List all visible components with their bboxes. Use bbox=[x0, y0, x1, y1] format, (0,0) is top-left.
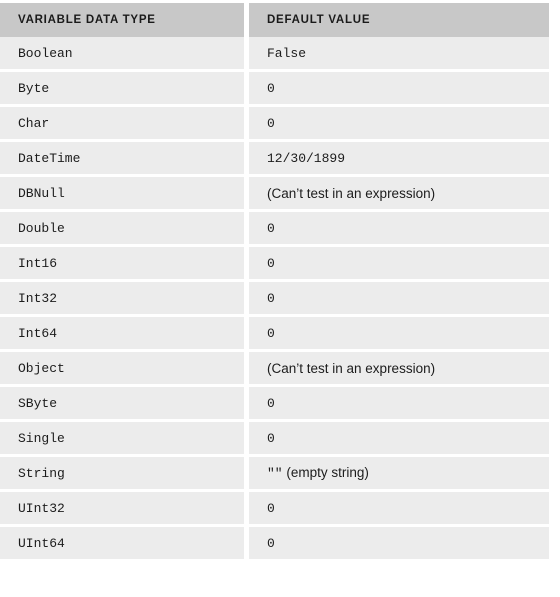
cell-variable-data-type: Int64 bbox=[0, 314, 244, 349]
cell-variable-data-type: Byte bbox=[0, 69, 244, 104]
cell-default-value: False bbox=[249, 37, 549, 69]
table-row: DBNull (Can’t test in an expression) bbox=[0, 174, 549, 209]
cell-variable-data-type: UInt32 bbox=[0, 489, 244, 524]
variable-default-values-table: VARIABLE DATA TYPE DEFAULT VALUE Boolean… bbox=[0, 3, 549, 559]
table-row: Double 0 bbox=[0, 209, 549, 244]
cell-variable-data-type: String bbox=[0, 454, 244, 489]
table-row: UInt32 0 bbox=[0, 489, 549, 524]
cell-variable-data-type: UInt64 bbox=[0, 524, 244, 559]
table-row: Int16 0 bbox=[0, 244, 549, 279]
cell-variable-data-type: SByte bbox=[0, 384, 244, 419]
table-row: Int32 0 bbox=[0, 279, 549, 314]
cell-default-value: 0 bbox=[249, 384, 549, 419]
cell-variable-data-type: DateTime bbox=[0, 139, 244, 174]
cell-variable-data-type: Int32 bbox=[0, 279, 244, 314]
cell-variable-data-type: Double bbox=[0, 209, 244, 244]
table-row: Byte 0 bbox=[0, 69, 549, 104]
table-row: UInt64 0 bbox=[0, 524, 549, 559]
cell-default-value: 0 bbox=[249, 314, 549, 349]
cell-default-value: 0 bbox=[249, 419, 549, 454]
cell-variable-data-type: Object bbox=[0, 349, 244, 384]
column-header-default-value: DEFAULT VALUE bbox=[249, 3, 549, 37]
table-container: VARIABLE DATA TYPE DEFAULT VALUE Boolean… bbox=[0, 0, 560, 559]
table-row: Int64 0 bbox=[0, 314, 549, 349]
default-value-code-fragment: "" bbox=[267, 466, 283, 481]
table-body: Boolean False Byte 0 Char 0 DateTime 12/30/1899… bbox=[0, 37, 549, 559]
cell-default-value: 0 bbox=[249, 69, 549, 104]
table-row: SByte 0 bbox=[0, 384, 549, 419]
table-row: Boolean False bbox=[0, 37, 549, 69]
table-row: Object (Can’t test in an expression) bbox=[0, 349, 549, 384]
table-header-row: VARIABLE DATA TYPE DEFAULT VALUE bbox=[0, 3, 549, 37]
cell-default-value: 12/30/1899 bbox=[249, 139, 549, 174]
cell-variable-data-type: Boolean bbox=[0, 37, 244, 69]
table-header: VARIABLE DATA TYPE DEFAULT VALUE bbox=[0, 3, 549, 37]
cell-default-value: (Can’t test in an expression) bbox=[249, 349, 549, 384]
cell-default-value: 0 bbox=[249, 489, 549, 524]
cell-default-value: 0 bbox=[249, 104, 549, 139]
table-row: Char 0 bbox=[0, 104, 549, 139]
cell-variable-data-type: Single bbox=[0, 419, 244, 454]
table-row: String "" (empty string) bbox=[0, 454, 549, 489]
cell-default-value: 0 bbox=[249, 209, 549, 244]
cell-default-value: "" (empty string) bbox=[249, 454, 549, 489]
cell-variable-data-type: DBNull bbox=[0, 174, 244, 209]
cell-variable-data-type: Char bbox=[0, 104, 244, 139]
column-header-variable-data-type: VARIABLE DATA TYPE bbox=[0, 3, 244, 37]
cell-variable-data-type: Int16 bbox=[0, 244, 244, 279]
table-row: DateTime 12/30/1899 bbox=[0, 139, 549, 174]
table-row: Single 0 bbox=[0, 419, 549, 454]
cell-default-value: 0 bbox=[249, 244, 549, 279]
cell-default-value: 0 bbox=[249, 524, 549, 559]
cell-default-value: 0 bbox=[249, 279, 549, 314]
cell-default-value: (Can’t test in an expression) bbox=[249, 174, 549, 209]
default-value-prose-fragment: (empty string) bbox=[282, 465, 369, 480]
